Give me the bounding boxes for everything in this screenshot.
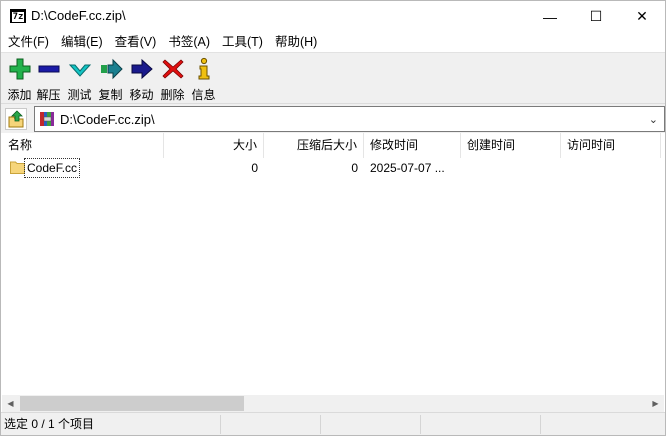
folder-icon [10,161,25,174]
item-size: 0 [251,161,258,175]
move-arrow-icon [131,58,153,80]
copy-arrow-icon [100,58,123,80]
menu-bookmarks[interactable]: 书签(A) [161,32,215,52]
title-bar: 7z D:\CodeF.cc.zip\ — ☐ ✕ [1,1,665,32]
column-created[interactable]: 创建时间 [461,133,561,158]
minus-icon [38,65,59,73]
horizontal-scrollbar[interactable]: ◀ ▶ [2,395,664,412]
status-bar: 选定 0 / 1 个项目 [1,412,665,435]
copy-button[interactable]: 复制 [95,57,126,103]
list-header: 名称 大小 压缩后大小 修改时间 创建时间 访问时间 [2,133,664,158]
scroll-right-icon[interactable]: ▶ [647,395,664,412]
column-modified[interactable]: 修改时间 [364,133,461,158]
item-packed-size: 0 [351,161,358,175]
column-accessed[interactable]: 访问时间 [561,133,661,158]
app-7zip-icon: 7z [10,9,26,23]
plus-icon [9,58,30,80]
toolbar: 添加 解压 测试 复制 移动 删除 信息 [1,52,665,104]
menu-view[interactable]: 查看(V) [108,32,162,52]
menu-file[interactable]: 文件(F) [1,32,54,52]
column-name[interactable]: 名称 [2,133,164,158]
close-button[interactable]: ✕ [619,1,665,32]
extract-label: 解压 [36,88,61,102]
status-packed [321,415,421,434]
maximize-button[interactable]: ☐ [573,1,619,32]
chevron-down-icon[interactable]: ⌄ [649,113,658,126]
status-date [421,415,541,434]
zip-archive-icon [40,112,54,126]
status-size [221,415,321,434]
info-label: 信息 [191,88,216,102]
column-size[interactable]: 大小 [164,133,264,158]
check-icon [68,64,91,77]
selection-status: 选定 0 / 1 个项目 [1,415,221,434]
test-button[interactable]: 测试 [64,57,95,103]
delete-button[interactable]: 删除 [157,57,188,103]
parent-folder-button[interactable] [5,108,27,130]
delete-label: 删除 [160,88,185,102]
move-label: 移动 [129,88,154,102]
copy-label: 复制 [98,88,123,102]
menu-edit[interactable]: 编辑(E) [54,32,108,52]
menu-help[interactable]: 帮助(H) [268,32,322,52]
folder-up-icon [8,110,24,128]
column-packed-size[interactable]: 压缩后大小 [264,133,364,158]
list-item[interactable]: CodeF.cc 0 0 2025-07-07 ... [2,158,664,178]
menu-tools[interactable]: 工具(T) [215,32,268,52]
test-label: 测试 [67,88,92,102]
move-button[interactable]: 移动 [126,57,157,103]
address-bar[interactable]: D:\CodeF.cc.zip\ ⌄ [34,106,665,132]
extract-button[interactable]: 解压 [33,57,64,103]
app-window: 7z D:\CodeF.cc.zip\ — ☐ ✕ 文件(F) 编辑(E) 查看… [0,0,666,436]
address-path: D:\CodeF.cc.zip\ [60,112,155,127]
item-modified: 2025-07-07 ... [370,161,445,175]
add-label: 添加 [7,88,32,102]
scrollbar-thumb[interactable] [20,396,244,411]
window-title: D:\CodeF.cc.zip\ [31,8,126,23]
add-button[interactable]: 添加 [4,57,35,103]
address-row: D:\CodeF.cc.zip\ ⌄ [1,104,665,133]
item-name: CodeF.cc [24,158,81,178]
info-icon [198,57,209,80]
minimize-button[interactable]: — [527,1,573,32]
info-button[interactable]: 信息 [188,57,219,103]
scroll-left-icon[interactable]: ◀ [2,395,19,412]
file-list: 名称 大小 压缩后大小 修改时间 创建时间 访问时间 CodeF.cc 0 0 … [2,133,664,395]
menu-bar: 文件(F) 编辑(E) 查看(V) 书签(A) 工具(T) 帮助(H) [1,32,665,52]
delete-x-icon [161,59,184,79]
